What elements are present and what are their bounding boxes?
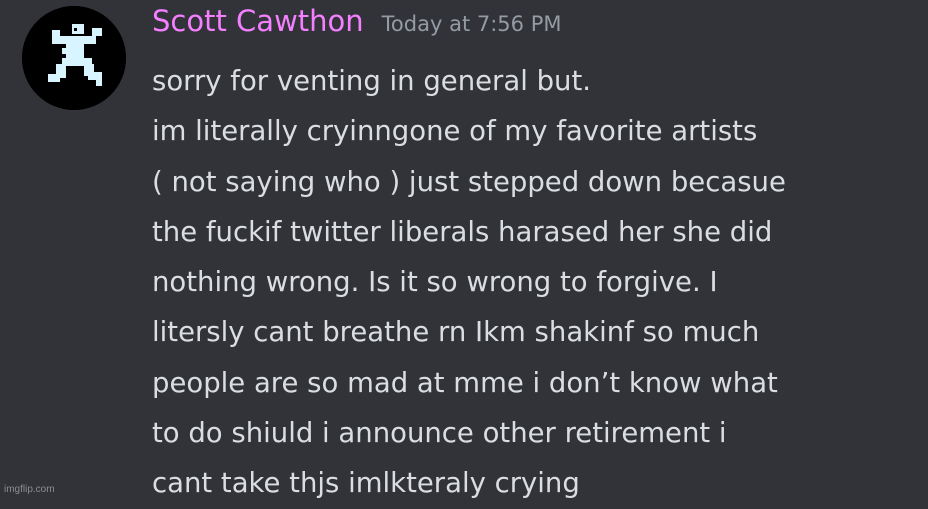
- message-line: people are so mad at mme i don’t know wh…: [152, 366, 778, 399]
- avatar[interactable]: [22, 6, 126, 110]
- message-line: cant take thjs imlkteraly crying: [152, 467, 580, 500]
- message-line: the fuckif twitter liberals harased her …: [152, 215, 773, 248]
- message-line: ( not saying who ) just stepped down bec…: [152, 165, 786, 198]
- message-line: to do shiuld i announce other retirement…: [152, 417, 727, 450]
- message-line: litersly cant breathe rn Ikm shakinf so …: [152, 316, 760, 349]
- message-content: sorry for venting in general but. im lit…: [152, 56, 912, 509]
- chat-message: Scott Cawthon Today at 7:56 PM sorry for…: [0, 0, 928, 499]
- username[interactable]: Scott Cawthon: [152, 4, 364, 38]
- message-header: Scott Cawthon Today at 7:56 PM: [152, 4, 561, 44]
- message-line: im literally cryinngone of my favorite a…: [152, 115, 758, 148]
- message-line: sorry for venting in general but.: [152, 65, 592, 97]
- timestamp[interactable]: Today at 7:56 PM: [382, 12, 562, 36]
- pixel-figure-icon: [22, 6, 126, 110]
- message-line: nothing wrong. Is it so wrong to forgive…: [152, 266, 718, 299]
- watermark: imgflip.com: [4, 484, 55, 495]
